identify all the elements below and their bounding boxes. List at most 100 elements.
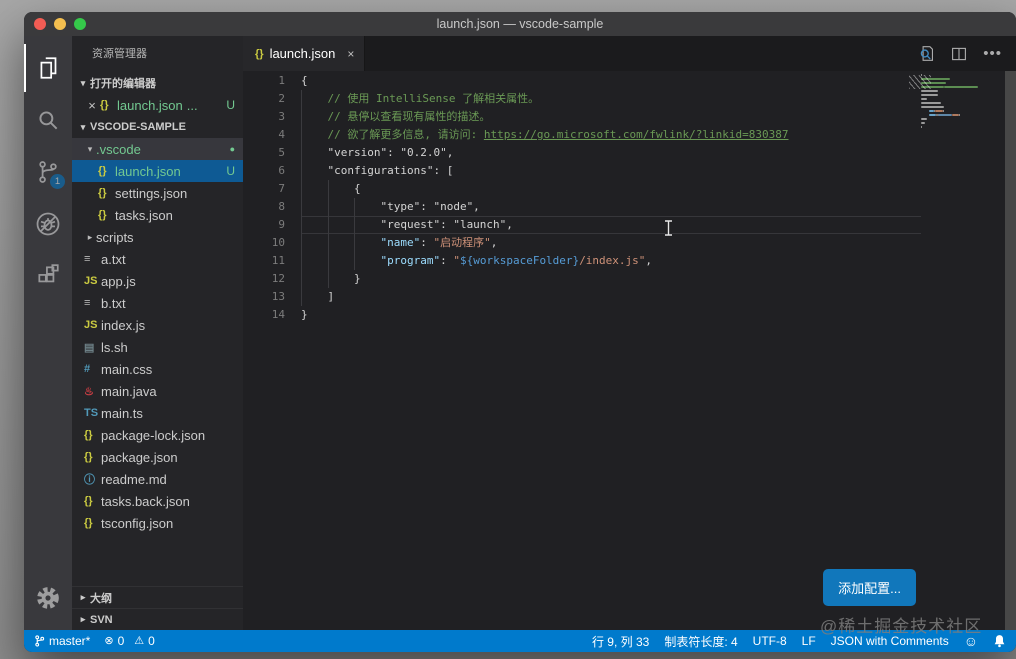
tree-item-index.js[interactable]: JSindex.js	[72, 314, 243, 336]
json-file-icon: {}	[98, 187, 115, 199]
java-file-icon: ♨	[84, 385, 101, 398]
tab-close-icon[interactable]: ×	[347, 47, 354, 61]
tree-item-label: main.css	[101, 362, 152, 377]
tree-item-main.ts[interactable]: TSmain.ts	[72, 402, 243, 424]
code-line-2[interactable]: // 使用 IntelliSense 了解相关属性。	[301, 90, 921, 108]
split-editor-icon[interactable]	[951, 46, 967, 62]
tree-item-main.css[interactable]: #main.css	[72, 358, 243, 380]
tree-item-label: ls.sh	[101, 340, 128, 355]
open-editors-header[interactable]: ▾ 打开的编辑器	[72, 72, 243, 94]
problems-indicator[interactable]: ⊗ 0 ⚠ 0	[104, 634, 154, 648]
code-line-9[interactable]: "request": "launch",	[301, 216, 921, 234]
twistie-icon: ▾	[76, 78, 90, 89]
css-file-icon: #	[84, 363, 101, 375]
tab-launch-json[interactable]: {} launch.json ×	[243, 36, 365, 71]
tree-folder-scripts[interactable]: ▸scripts	[72, 226, 243, 248]
code-line-3[interactable]: // 悬停以查看现有属性的描述。	[301, 108, 921, 126]
line-number: 10	[243, 234, 299, 252]
tree-item-settings.json[interactable]: {}settings.json	[72, 182, 243, 204]
debug-icon[interactable]	[24, 200, 72, 248]
code-line-4[interactable]: // 欲了解更多信息, 请访问: https://go.microsoft.co…	[301, 126, 921, 144]
encoding-indicator[interactable]: UTF-8	[753, 634, 787, 648]
code-lines[interactable]: { // 使用 IntelliSense 了解相关属性。 // 悬停以查看现有属…	[301, 72, 921, 324]
add-configuration-button[interactable]: 添加配置...	[823, 569, 916, 606]
line-number: 9	[243, 216, 299, 234]
code-line-11[interactable]: "program": "${workspaceFolder}/index.js"…	[301, 252, 921, 270]
eol-indicator[interactable]: LF	[802, 634, 816, 648]
git-status-badge: U	[226, 98, 235, 112]
close-window-button[interactable]	[34, 18, 46, 30]
minimize-window-button[interactable]	[54, 18, 66, 30]
git-branch-indicator[interactable]: master*	[34, 634, 90, 648]
line-number: 13	[243, 288, 299, 306]
close-editor-icon[interactable]: ×	[84, 98, 100, 113]
tree-item-a.txt[interactable]: ≡a.txt	[72, 248, 243, 270]
open-editor-label: launch.json	[117, 98, 183, 113]
tree-item-tsconfig.json[interactable]: {}tsconfig.json	[72, 512, 243, 534]
tree-item-app.js[interactable]: JSapp.js	[72, 270, 243, 292]
window-title: launch.json — vscode-sample	[24, 17, 1016, 31]
svn-section-header[interactable]: ▸ SVN	[72, 608, 243, 630]
tree-item-main.java[interactable]: ♨main.java	[72, 380, 243, 402]
line-number: 5	[243, 144, 299, 162]
tree-item-b.txt[interactable]: ≡b.txt	[72, 292, 243, 314]
extensions-icon[interactable]	[24, 252, 72, 300]
tree-item-label: b.txt	[101, 296, 126, 311]
line-number-gutter: 1234567891011121314	[243, 72, 299, 324]
code-line-12[interactable]: }	[301, 270, 921, 288]
code-line-10[interactable]: "name": "启动程序",	[301, 234, 921, 252]
notifications-bell-icon[interactable]	[993, 634, 1006, 648]
tree-item-label: package-lock.json	[101, 428, 205, 443]
code-line-7[interactable]: {	[301, 180, 921, 198]
open-editor-item-launch-json[interactable]: × {} launch.json ... U	[72, 94, 243, 116]
code-line-5[interactable]: "version": "0.2.0",	[301, 144, 921, 162]
cursor-position-indicator[interactable]: 行 9, 列 33	[592, 633, 649, 650]
tree-item-package.json[interactable]: {}package.json	[72, 446, 243, 468]
minimap[interactable]	[921, 73, 1005, 193]
search-icon[interactable]	[24, 96, 72, 144]
open-changes-icon[interactable]	[918, 45, 935, 62]
code-editor[interactable]: 1234567891011121314 { // 使用 IntelliSense…	[243, 71, 1016, 630]
code-line-6[interactable]: "configurations": [	[301, 162, 921, 180]
outline-section-header[interactable]: ▸ 大纲	[72, 586, 243, 608]
tree-item-label: settings.json	[115, 186, 187, 201]
tree-folder-.vscode[interactable]: ▾.vscode●	[72, 138, 243, 160]
minimap-watermark-artifact	[909, 75, 931, 89]
feedback-smiley-icon[interactable]: ☺	[964, 633, 978, 649]
project-section-header[interactable]: ▾ VSCODE-SAMPLE	[72, 116, 243, 138]
language-mode-indicator[interactable]: JSON with Comments	[831, 634, 949, 648]
zoom-window-button[interactable]	[74, 18, 86, 30]
warning-icon: ⚠	[134, 636, 144, 647]
md-file-icon: ⓘ	[84, 471, 101, 487]
tree-item-launch.json[interactable]: {}launch.jsonU	[72, 160, 243, 182]
source-control-icon[interactable]: 1	[24, 148, 72, 196]
tree-item-label: .vscode	[96, 142, 141, 157]
tab-size-indicator[interactable]: 制表符长度: 4	[664, 633, 737, 650]
code-line-14[interactable]: }	[301, 306, 921, 324]
editor-scrollbar[interactable]	[1005, 71, 1016, 630]
explorer-icon[interactable]	[24, 44, 72, 92]
twistie-icon: ▾	[84, 144, 96, 155]
line-number: 6	[243, 162, 299, 180]
tree-item-label: main.java	[101, 384, 157, 399]
indent-guide	[301, 90, 302, 306]
twistie-icon: ▾	[76, 122, 90, 133]
code-line-1[interactable]: {	[301, 72, 921, 90]
tree-item-label: tsconfig.json	[101, 516, 173, 531]
more-actions-icon[interactable]: •••	[983, 49, 1002, 59]
tree-item-tasks.back.json[interactable]: {}tasks.back.json	[72, 490, 243, 512]
scm-badge: 1	[50, 174, 65, 189]
tree-item-tasks.json[interactable]: {}tasks.json	[72, 204, 243, 226]
settings-gear-icon[interactable]	[24, 574, 72, 622]
sh-file-icon: ▤	[84, 341, 101, 354]
tree-item-ls.sh[interactable]: ▤ls.sh	[72, 336, 243, 358]
code-line-13[interactable]: ]	[301, 288, 921, 306]
line-number: 8	[243, 198, 299, 216]
code-link[interactable]: https://go.microsoft.com/fwlink/?linkid=…	[484, 128, 789, 141]
tree-item-readme.md[interactable]: ⓘreadme.md	[72, 468, 243, 490]
tree-item-package-lock.json[interactable]: {}package-lock.json	[72, 424, 243, 446]
code-line-8[interactable]: "type": "node",	[301, 198, 921, 216]
explorer-sidebar: 资源管理器 ▾ 打开的编辑器 × {} launch.json ... U ▾ …	[72, 36, 243, 630]
editor-actions: •••	[918, 36, 1002, 71]
line-number: 12	[243, 270, 299, 288]
